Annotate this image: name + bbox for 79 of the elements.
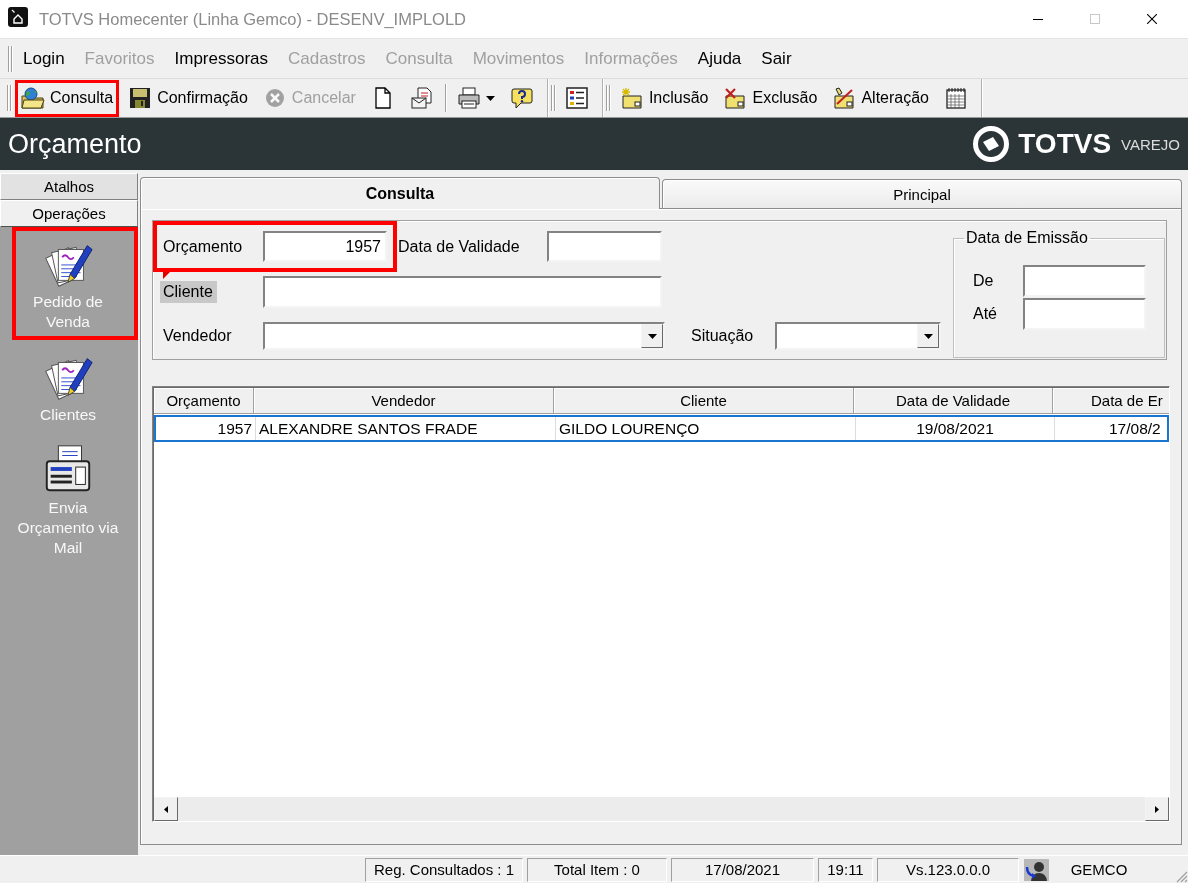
caret-down-icon [647,333,657,339]
date-field[interactable] [1023,298,1146,330]
printer-icon [456,87,481,109]
field-label: Cliente [160,281,217,303]
column-header[interactable]: Data de Er [1053,388,1169,414]
text-field[interactable]: 1957 [263,231,387,262]
field-label: Data de Validade [398,237,521,256]
corner-marker-icon [163,272,170,279]
resize-grip-icon [1174,869,1188,883]
grip-icon[interactable] [7,44,13,73]
app-icon [8,7,28,27]
sidebar-tab[interactable]: Atalhos [0,173,138,200]
date-field[interactable] [547,231,662,262]
toolbar-button[interactable]: Confirmação [122,79,254,117]
scroll-right-button[interactable] [1145,797,1169,821]
table-cell: 1957 [156,417,256,440]
table-cell: 19/08/2021 [856,417,1055,440]
menu-item[interactable]: Sair [751,48,802,69]
brand-tagline: VAREJO [1121,135,1180,153]
tab[interactable]: Consulta [140,177,660,209]
help-icon [509,87,534,109]
grip-icon[interactable] [549,84,556,112]
brand-name: TOTVS [1018,128,1112,160]
minimize-icon [1032,18,1043,20]
text-field[interactable] [263,276,662,308]
menu-item[interactable]: Impressoras [164,48,279,69]
field-label: Até [973,305,998,323]
scroll-left-button[interactable] [154,797,178,821]
sidebar-tab[interactable]: Operações [0,200,138,227]
caret-icon [485,95,495,101]
maximize-icon [1089,14,1100,24]
toolbar-button[interactable]: Exclusão [717,79,824,117]
card-pencil-icon [832,87,857,109]
column-header[interactable]: Cliente [554,388,854,414]
horizontal-scrollbar[interactable] [154,797,1169,821]
menu-item[interactable]: Ajuda [687,48,752,69]
field-label: Orçamento [163,237,244,256]
dropdown-button[interactable] [641,324,663,348]
status-panel: 19:11 [818,857,873,882]
field-label: Situação [691,327,755,345]
status-panel: Vs.123.0.0.0 [877,857,1019,882]
list-icon [564,87,589,109]
card-cross-icon [723,87,748,109]
grip-icon[interactable] [6,84,12,112]
tab[interactable]: Principal [662,179,1182,208]
toolbar-button[interactable]: Inclusão [613,79,715,117]
sparkle-card-icon [619,87,644,109]
close-icon [1146,14,1157,24]
status-panel: Total Item : 0 [527,857,667,882]
toolbar-button[interactable]: Alteração [826,79,935,117]
column-header[interactable]: Data de Validade [854,388,1053,414]
caret-down-icon [923,333,933,339]
status-panel: 17/08/2021 [671,857,814,882]
column-header[interactable]: Vendedor [254,388,554,414]
grip-icon[interactable] [604,84,611,112]
page-title: Orçamento [8,128,142,160]
dropdown-button[interactable] [917,324,939,348]
table-cell: GILDO LOURENÇO [556,417,856,440]
ring-logo-icon [972,125,1011,163]
table-row[interactable]: 1957 ALEXANDRE SANTOS FRADE GILDO LOURENÇO 19/08/2021 17/08/2 [154,415,1169,442]
window-title: TOTVS Homecenter (Linha Gemco) - DESENV_IMPLOLD [39,9,466,29]
table-cell: ALEXANDRE SANTOS FRADE [256,417,556,440]
table-cell-text: 17/08/2 [1108,418,1162,439]
dropdown-field[interactable] [775,322,941,350]
field-label: Vendedor [163,327,233,345]
right-arrow-icon [1155,805,1159,813]
status-user: GEMCO [1069,861,1129,878]
column-header[interactable]: Orçamento [154,388,254,414]
calendar-icon [944,87,968,109]
document-envelope-icon [409,87,434,109]
toolbar-button[interactable]: Consulta [15,79,120,117]
group-title: Data de Emissão [965,229,1089,247]
status-panel: Reg. Consultados : 1 [365,857,523,882]
dropdown-field[interactable] [263,322,665,350]
left-arrow-icon [164,805,168,813]
field-label: De [973,272,995,290]
menu-item[interactable]: Login [13,48,75,69]
folder-globe-icon [21,87,45,109]
date-field[interactable] [1023,265,1146,297]
